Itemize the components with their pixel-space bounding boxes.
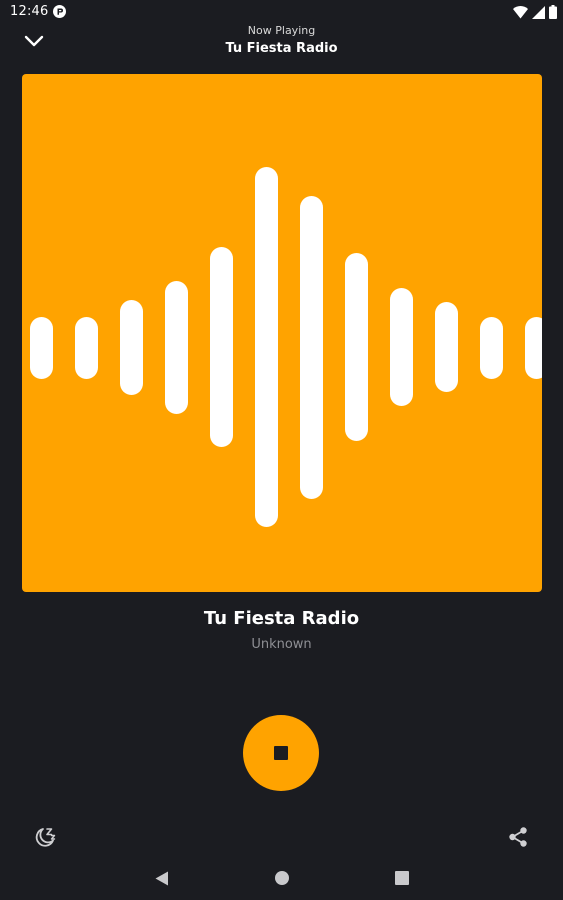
stop-icon [274,746,288,760]
wave-bar [345,253,368,441]
home-icon[interactable] [275,871,289,885]
sleep-timer-icon[interactable] [33,825,57,849]
wave-bar [480,317,503,379]
stop-button[interactable] [243,715,319,791]
now-playing-screen: 12:46 Now Playing Tu Fiesta Radio Tu Fie… [0,0,563,900]
battery-icon [549,5,557,19]
track-title: Tu Fiesta Radio [203,608,360,629]
track-artist: Unknown [251,637,312,652]
status-bar: 12:46 [0,0,563,24]
wifi-icon [513,5,528,18]
wave-bar [390,288,413,406]
wave-bar [75,317,98,379]
back-icon[interactable] [155,871,169,886]
wave-bar [120,300,143,395]
wave-bar [210,247,233,447]
status-icons [513,4,557,20]
app-notification-icon [53,5,66,18]
now-playing-label: Now Playing [247,24,316,37]
wave-bar [435,302,458,392]
station-artwork [22,74,542,592]
wave-bar [525,317,542,379]
wave-bar [255,167,278,527]
wave-bar [165,281,188,414]
recents-icon[interactable] [395,871,409,885]
station-header-title: Tu Fiesta Radio [225,41,338,56]
share-icon[interactable] [507,826,529,848]
wave-bar [300,196,323,499]
status-time: 12:46 [10,4,49,19]
wave-bar [30,317,53,379]
cellular-signal-icon [532,5,545,19]
